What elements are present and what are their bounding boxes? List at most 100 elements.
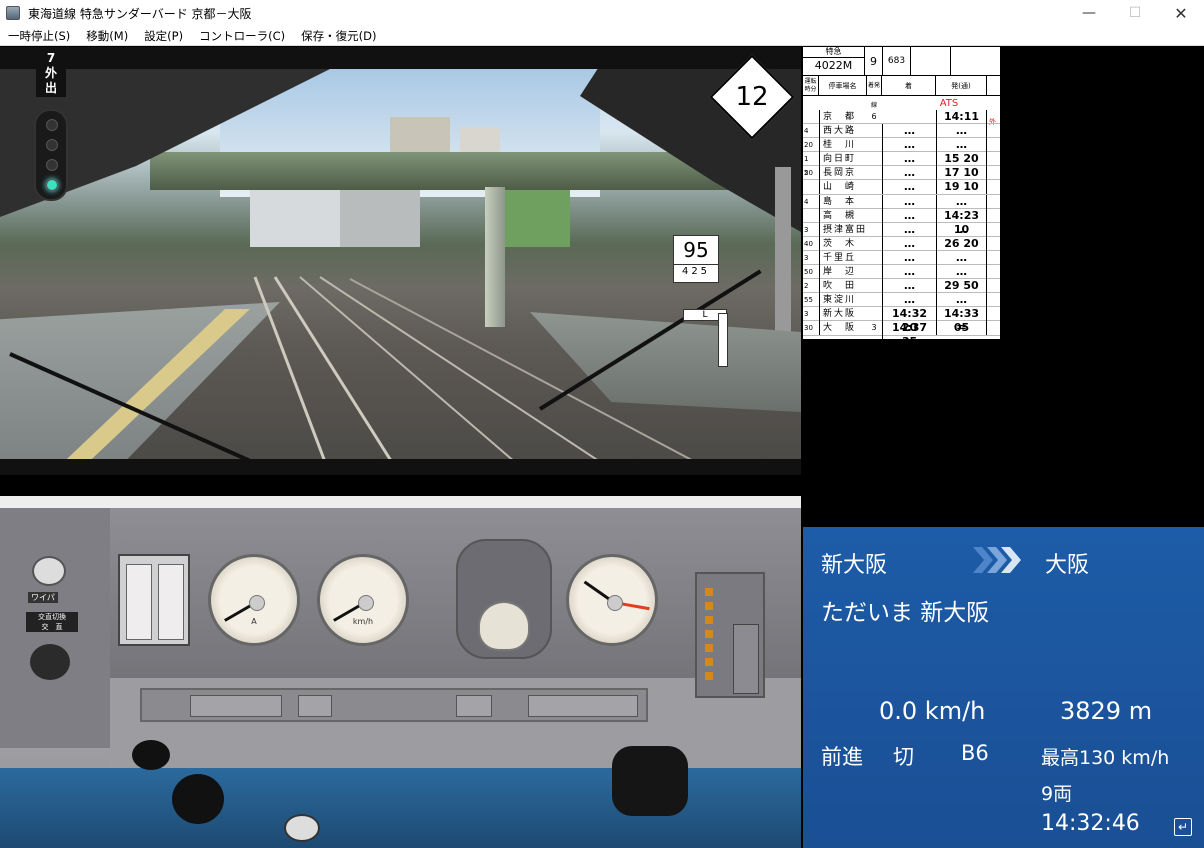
section-sign-char-1: 外: [44, 66, 57, 80]
timetable-header: 特急 4022M 9 683: [803, 47, 1000, 76]
master-controller-handle[interactable]: [172, 774, 224, 824]
station-name: 摂津富田: [819, 222, 867, 237]
pressure-gauge: [566, 554, 658, 646]
status-info-panel: 新大阪 大阪 ただいま 新大阪 0.0 km/h 3829 m 前進 切 B6 …: [803, 527, 1204, 848]
timetable-row: 桂 川 ……: [803, 138, 1000, 153]
minimize-button[interactable]: —: [1066, 0, 1112, 26]
timetable-row: 1 50 向日町… 15 20: [803, 152, 1000, 177]
cab-view: 7 外 出 12 95 425 L: [0, 47, 801, 475]
wiper-label: ワイパ: [28, 592, 58, 603]
gauge-hub: [249, 595, 265, 611]
timetable-row: 3 50 千里丘……: [803, 250, 1000, 276]
menu-controller[interactable]: コントローラ(C): [191, 28, 293, 44]
display-cell: [190, 695, 282, 717]
brake-knob[interactable]: [478, 601, 530, 651]
brake-panel: [456, 539, 552, 659]
departure-time: …: [936, 222, 987, 237]
timetable-row: 大 阪 3 14:37 35 ＝: [803, 321, 1000, 350]
timetable-row: 京 都 6 14:11: [803, 110, 1000, 125]
station-name: 京 都: [819, 110, 867, 124]
indicator-lamp: [705, 602, 713, 610]
car-count: 9両: [1041, 783, 1073, 805]
timetable-row: 3 40 摂津富田……: [803, 222, 1000, 248]
brake-handle[interactable]: [612, 746, 688, 816]
arrival-time: …: [882, 236, 936, 251]
voltmeter-panel: [118, 554, 190, 646]
cab-frame-top: [0, 47, 801, 69]
arrival-time: …: [882, 293, 936, 308]
departure-time: …: [936, 194, 987, 209]
indicator-lamp: [705, 630, 713, 638]
reverser-knob[interactable]: [30, 644, 70, 680]
timetable-row: 茨 木 … 26 20: [803, 236, 1000, 251]
timetable: 特急 4022M 9 683 運転時分 停車場名 着発線 着 発(通) ATS …: [803, 47, 1000, 350]
timetable-row: 4 20 西大路……: [803, 124, 1000, 149]
section-sign: 7 外 出: [36, 49, 66, 97]
timetable-rows: 京 都 6 14:11 4 20 西大路…… 桂 川…… 1 50 向日町… 15 20 2 長岡京…: [803, 110, 1000, 350]
train-icon: [6, 6, 20, 20]
reverser-direction: 前進: [821, 745, 863, 769]
departure-time: 15 20: [936, 152, 987, 167]
menu-save-restore[interactable]: 保存・復元(D): [293, 28, 384, 44]
announcement-message: ただいま 新大阪: [821, 600, 990, 626]
timetable-row: 高 槻… 14:23 10: [803, 208, 1000, 237]
key-switch[interactable]: [284, 814, 320, 842]
timetable-row: 3 30 新大阪 14:32 20 14:33 05: [803, 307, 1000, 336]
track-number: 6: [871, 112, 877, 121]
arrival-time: …: [882, 138, 936, 153]
kilometer-post-main: 95: [683, 238, 709, 262]
ats-label: ATS: [939, 98, 959, 109]
wiper-switch[interactable]: [32, 556, 66, 586]
ac-dc-switch-label: 交直切換 交 直: [26, 612, 78, 632]
timetable-row: 2 55 吹 田… 29 50: [803, 279, 1000, 304]
speedometer-gauge: km/h: [317, 554, 409, 646]
arrival-time: 14:37 35: [882, 321, 936, 350]
indicator-lamp-strip: [695, 572, 765, 698]
l-sign-post: [718, 313, 728, 367]
departure-time: …: [936, 265, 987, 280]
departure-time: 14:11: [936, 110, 987, 124]
brake-notch: B6: [961, 741, 989, 765]
menu-settings[interactable]: 設定(P): [136, 28, 191, 44]
menu-move[interactable]: 移動(M): [78, 28, 136, 44]
close-button[interactable]: ✕: [1158, 0, 1204, 26]
voltmeter: [158, 564, 184, 640]
maximize-button[interactable]: ☐: [1112, 0, 1158, 26]
menu-pause[interactable]: 一時停止(S): [0, 28, 78, 44]
enter-icon[interactable]: ↵: [1174, 818, 1192, 836]
section-sign-digit: 7: [46, 51, 56, 65]
display-cell: [298, 695, 332, 717]
indicator-lamp: [705, 588, 713, 596]
simulator-window: 東海道線 特急サンダーバード 京都－大阪 — ☐ ✕ 一時停止(S) 移動(M)…: [0, 0, 1204, 848]
column-run-time: 運転時分: [803, 76, 819, 96]
arrival-time: …: [882, 279, 936, 294]
train-number: 4022M: [803, 57, 864, 74]
departure-time: 17 10: [936, 166, 987, 181]
station-name: 西大路: [819, 124, 867, 139]
timetable-row: 2 長岡京 … 17 10: [803, 166, 1000, 181]
signal-lamp: [46, 159, 58, 171]
arrival-time: …: [882, 250, 936, 265]
display-cell: [528, 695, 638, 717]
max-speed: 最高130 km/h: [1041, 747, 1170, 769]
run-time: 2: [804, 169, 809, 178]
arrival-time: …: [882, 222, 936, 237]
timetable-row: 東淀川 ……: [803, 293, 1000, 308]
station-name: 島 本: [819, 194, 867, 209]
remaining-distance: 3829 m: [1060, 697, 1153, 725]
arrival-time: …: [882, 208, 936, 223]
train-series: 683: [883, 47, 911, 76]
column-depart: 発(通): [936, 76, 987, 96]
station-name: 新大阪: [819, 307, 867, 322]
driver-dashboard: ワイパ 交直切換 交 直 A km/h: [0, 496, 801, 848]
station-name: 向日町: [819, 152, 867, 167]
station-name: 山 崎: [819, 180, 867, 195]
station-name: 東淀川: [819, 293, 867, 308]
monitor-display-bar: [140, 688, 648, 722]
menu-bar: 一時停止(S) 移動(M) 設定(P) コントローラ(C) 保存・復元(D): [0, 26, 1204, 46]
arrival-time: …: [882, 265, 936, 280]
indicator-lamp: [705, 658, 713, 666]
title-bar: 東海道線 特急サンダーバード 京都－大阪 — ☐ ✕: [0, 0, 1204, 26]
ammeter-gauge: A: [208, 554, 300, 646]
gauge-hub: [607, 595, 623, 611]
